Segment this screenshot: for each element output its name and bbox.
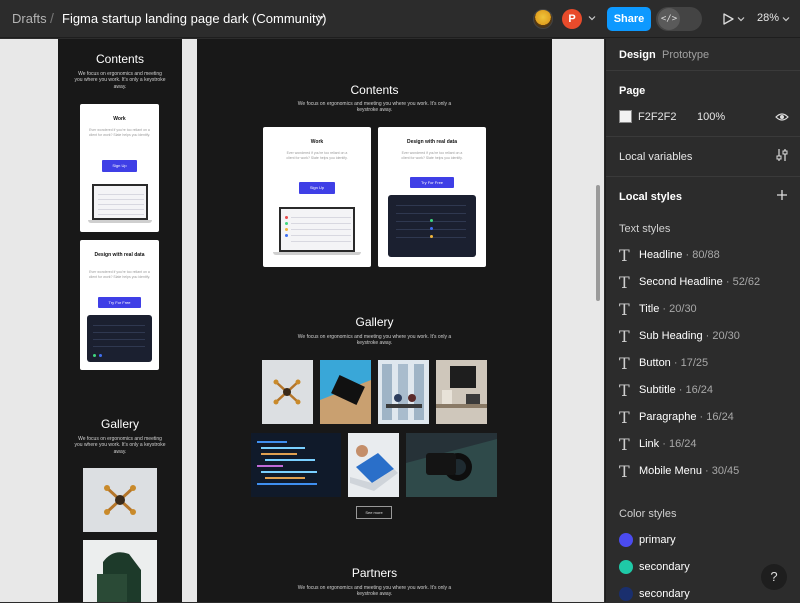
section-subtitle: We focus on ergonomics and meeting you w… (74, 71, 166, 90)
text-style-icon: T (619, 462, 630, 481)
section-title-contents: Contents (95, 52, 145, 66)
desktop-frame[interactable]: Contents We focus on ergonomics and meet… (197, 39, 552, 602)
zoom-level[interactable]: 28% (757, 12, 779, 24)
variables-icon[interactable] (776, 148, 788, 162)
card-body: Ever wondered if you're too reliant on a… (88, 128, 151, 137)
text-style-icon: T (619, 327, 630, 346)
page-section-title: Page (619, 85, 646, 97)
text-style-icon: T (619, 246, 630, 265)
section-subtitle: We focus on ergonomics and meeting you w… (74, 436, 166, 455)
card-title: Work (113, 116, 126, 122)
chevron-down-icon[interactable] (588, 14, 596, 22)
section-subtitle: We focus on ergonomics and meeting you w… (297, 585, 452, 598)
gallery-photo-code[interactable] (251, 433, 341, 497)
sign-up-button[interactable]: Sign Up (102, 160, 137, 172)
try-for-free-button[interactable]: Try For Free (410, 177, 454, 188)
mobile-frame[interactable]: Contents We focus on ergonomics and meet… (58, 39, 182, 602)
help-button[interactable]: ? (761, 564, 787, 590)
text-style-icon: T (619, 381, 630, 400)
gallery-photo-plant[interactable] (83, 540, 157, 602)
text-style-icon: T (619, 300, 630, 319)
canvas-scrollbar[interactable] (596, 185, 600, 301)
chevron-down-icon[interactable] (782, 15, 790, 23)
design-canvas[interactable]: Contents We focus on ergonomics and meet… (0, 39, 604, 602)
section-subtitle: We focus on ergonomics and meeting you w… (297, 334, 452, 347)
divider (606, 70, 800, 71)
properties-panel: Design Prototype Page F2F2F2 100% Local … (605, 39, 800, 602)
text-style-icon: T (619, 273, 630, 292)
color-swatch (619, 533, 633, 547)
page-color-opacity[interactable]: 100% (697, 111, 725, 123)
divider (606, 136, 800, 137)
section-title-partners: Partners (351, 566, 398, 580)
see-more-button[interactable]: See more (356, 506, 392, 519)
color-styles-title: Color styles (619, 508, 677, 520)
section-subtitle: We focus on ergonomics and meeting you w… (297, 101, 452, 114)
color-swatch (619, 587, 633, 601)
local-styles-title: Local styles (619, 191, 682, 203)
card-body: Ever wondered if you're too reliant on a… (401, 151, 463, 160)
sign-up-button[interactable]: Sign Up (299, 182, 335, 194)
feature-card-work[interactable]: Work Ever wondered if you're too reliant… (263, 127, 371, 267)
section-title-gallery: Gallery (100, 417, 139, 431)
add-style-icon[interactable] (776, 189, 788, 201)
gallery-photo-office[interactable] (378, 360, 429, 424)
chevron-down-icon[interactable] (316, 12, 326, 22)
card-title: Design with real data (406, 139, 457, 145)
gallery-photo-camera[interactable] (406, 433, 497, 497)
play-icon[interactable] (721, 12, 735, 26)
feature-card-data[interactable]: Design with real data Ever wondered if y… (80, 240, 159, 370)
tab-design[interactable]: Design (619, 49, 656, 61)
laptop-screen (279, 207, 355, 252)
gallery-photo-drone[interactable] (262, 360, 313, 424)
page-color-hex[interactable]: F2F2F2 (638, 111, 677, 123)
tab-prototype[interactable]: Prototype (662, 49, 709, 61)
text-styles-title: Text styles (619, 223, 671, 235)
card-title: Work (310, 139, 324, 145)
feature-card-work[interactable]: Work Ever wondered if you're too reliant… (80, 104, 159, 232)
divider (606, 176, 800, 177)
local-variables-title[interactable]: Local variables (619, 151, 692, 163)
try-for-free-button[interactable]: Try For Free (98, 297, 141, 308)
text-style-icon: T (619, 435, 630, 454)
laptop-base (273, 252, 361, 255)
dashboard-screen (388, 195, 476, 257)
file-title[interactable]: Figma startup landing page dark (Communi… (62, 11, 326, 26)
section-title-contents: Contents (350, 83, 399, 97)
share-button[interactable]: Share (607, 7, 651, 31)
dashboard-screen (87, 315, 152, 362)
feature-card-data[interactable]: Design with real data Ever wondered if y… (378, 127, 486, 267)
laptop-base (88, 220, 152, 223)
card-title: Design with real data (94, 252, 145, 258)
laptop-screen (92, 184, 148, 220)
section-title-gallery: Gallery (355, 315, 394, 329)
page-color-swatch[interactable] (619, 110, 632, 123)
user-avatar[interactable] (533, 9, 553, 29)
text-style-icon: T (619, 408, 630, 427)
top-toolbar: Drafts / Figma startup landing page dark… (0, 0, 800, 38)
card-body: Ever wondered if you're too reliant on a… (88, 270, 151, 279)
gallery-photo-laptop[interactable] (348, 433, 399, 497)
gallery-photo-drone[interactable] (83, 468, 157, 532)
code-icon[interactable]: </> (658, 8, 680, 30)
breadcrumb-drafts[interactable]: Drafts (12, 11, 47, 26)
text-style-icon: T (619, 354, 630, 373)
eye-icon[interactable] (775, 110, 789, 124)
gallery-photo-tablet[interactable] (320, 360, 371, 424)
user-avatar-initial[interactable]: P (562, 9, 582, 29)
gallery-photo-studio[interactable] (436, 360, 487, 424)
breadcrumb-separator: / (50, 10, 54, 26)
chevron-down-icon[interactable] (737, 15, 745, 23)
color-swatch (619, 560, 633, 574)
card-body: Ever wondered if you're too reliant on a… (286, 151, 348, 160)
